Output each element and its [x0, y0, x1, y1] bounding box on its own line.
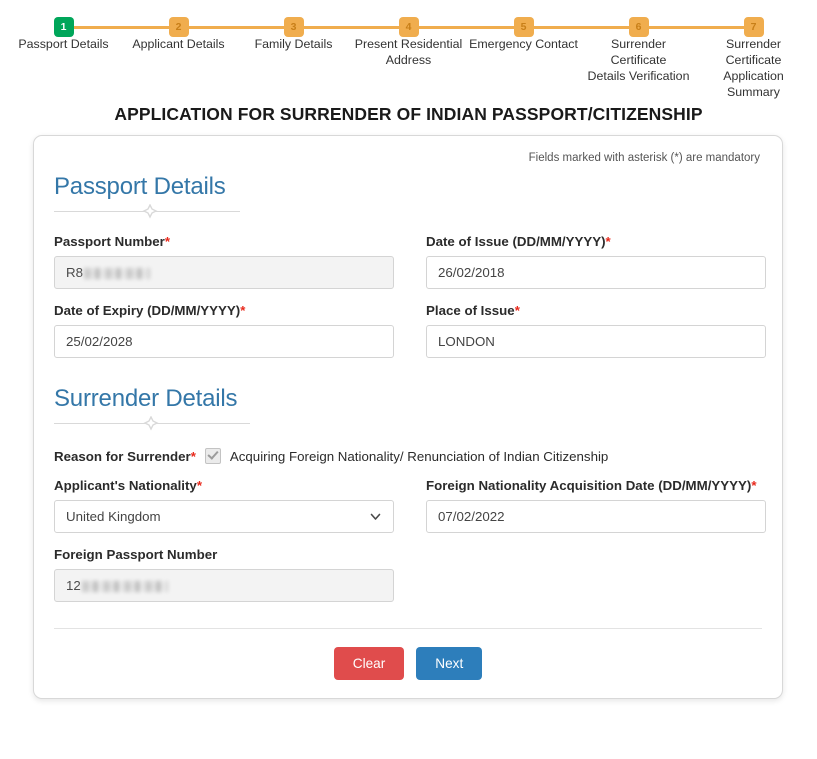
label-reason-for-surrender: Reason for Surrender*	[54, 449, 196, 464]
redaction-blur	[81, 580, 168, 592]
stepper-badge-row: 2	[121, 0, 294, 37]
required-asterisk: *	[514, 303, 520, 318]
footer-divider	[54, 628, 762, 629]
stepper-badge[interactable]: 3	[283, 17, 304, 37]
required-asterisk: *	[196, 478, 202, 493]
field-date-of-expiry: Date of Expiry (DD/MM/YYYY)* 25/02/2028	[54, 303, 394, 358]
section-divider	[54, 203, 762, 220]
label-place-of-issue-text: Place of Issue	[426, 303, 515, 318]
mandatory-fields-note: Fields marked with asterisk (*) are mand…	[528, 152, 760, 164]
application-form-card: Fields marked with asterisk (*) are mand…	[33, 135, 783, 699]
label-foreign-nationality-date: Foreign Nationality Acquisition Date (DD…	[426, 478, 766, 493]
label-applicant-nationality: Applicant's Nationality*	[54, 478, 394, 493]
stepper-label: Surrender Certificate Details Verificati…	[587, 37, 690, 83]
required-asterisk: *	[164, 234, 171, 249]
stepper-label: Surrender Certificate Application Summar…	[723, 37, 784, 99]
label-date-of-issue: Date of Issue (DD/MM/YYYY)*	[426, 234, 766, 249]
stepper-badge[interactable]: 5	[513, 17, 534, 37]
stepper-step-6[interactable]: 6 Surrender Certificate Details Verificat…	[581, 0, 754, 84]
required-asterisk: *	[240, 303, 246, 318]
stepper-badge-row: 6	[581, 0, 754, 37]
field-foreign-passport-number: Foreign Passport Number 12	[54, 547, 394, 602]
passport-number-input[interactable]: R8	[54, 256, 394, 289]
stepper-badge[interactable]: 7	[743, 17, 764, 37]
form-actions: Clear Next	[54, 647, 762, 680]
date-of-expiry-input[interactable]: 25/02/2028	[54, 325, 394, 358]
date-of-issue-input[interactable]: 26/02/2018	[426, 256, 766, 289]
clear-button[interactable]: Clear	[333, 647, 405, 680]
label-place-of-issue: Place of Issue*	[426, 303, 766, 318]
form-row-passport-2: Date of Expiry (DD/MM/YYYY)* 25/02/2028 …	[54, 303, 766, 358]
foreign-passport-number-input[interactable]: 12	[54, 569, 394, 602]
chevron-down-icon	[370, 501, 381, 545]
progress-stepper: 1 Passport Details 2 Applicant Details 3 Fami…	[0, 0, 817, 99]
section-title-passport-details: Passport Details	[54, 173, 226, 200]
form-row-surrender-2: Foreign Passport Number 12	[54, 547, 762, 602]
label-foreign-nationality-date-text: Foreign Nationality Acquisition Date (DD…	[426, 478, 752, 493]
foreign-passport-number-value: 12	[66, 578, 81, 593]
label-passport-number: Passport Number*	[54, 234, 394, 249]
field-date-of-issue: Date of Issue (DD/MM/YYYY)* 26/02/2018	[426, 234, 766, 289]
field-foreign-nationality-date: Foreign Nationality Acquisition Date (DD…	[426, 478, 766, 533]
stepper-label: Emergency Contact	[469, 37, 578, 51]
stepper-badge[interactable]: 2	[168, 17, 189, 37]
applicant-nationality-value: United Kingdom	[66, 509, 161, 524]
label-applicant-nationality-text: Applicant's Nationality	[54, 478, 197, 493]
foreign-nationality-date-input[interactable]: 07/02/2022	[426, 500, 766, 533]
required-asterisk: *	[605, 234, 611, 249]
stepper-step-7[interactable]: 7 Surrender Certificate Application Summa…	[696, 0, 811, 100]
field-reason-for-surrender: Reason for Surrender* Acquiring Foreign …	[54, 448, 762, 464]
stepper-badge[interactable]: 1	[53, 17, 74, 37]
stepper-label: Present Residential Address	[354, 37, 463, 67]
label-foreign-passport-number-text: Foreign Passport Number	[54, 547, 218, 562]
required-asterisk: *	[751, 478, 757, 493]
stepper-step-1[interactable]: 1 Passport Details	[6, 0, 179, 52]
form-row-surrender-1: Applicant's Nationality* United Kingdom …	[54, 478, 766, 533]
field-applicant-nationality: Applicant's Nationality* United Kingdom	[54, 478, 394, 533]
stepper-badge-row: 4	[351, 0, 524, 37]
label-date-of-expiry: Date of Expiry (DD/MM/YYYY)*	[54, 303, 394, 318]
label-reason-for-surrender-text: Reason for Surrender	[54, 448, 191, 464]
stepper-badge-row: 5	[466, 0, 639, 37]
diamond-ornament-icon	[142, 203, 158, 220]
section-divider	[54, 415, 762, 432]
redaction-blur	[84, 267, 150, 279]
passport-number-value: R8	[66, 265, 83, 280]
section-passport-details: Passport Details	[54, 172, 762, 220]
stepper-label: Passport Details	[18, 37, 109, 51]
section-surrender-details: Surrender Details	[54, 384, 762, 432]
form-spacer	[426, 547, 766, 602]
page-title: APPLICATION FOR SURRENDER OF INDIAN PASS…	[114, 104, 703, 124]
stepper-step-2[interactable]: 2 Applicant Details	[121, 0, 294, 52]
applicant-nationality-select[interactable]: United Kingdom	[54, 500, 394, 533]
stepper-label: Family Details	[254, 37, 333, 51]
stepper-label: Applicant Details	[132, 37, 225, 51]
stepper-badge[interactable]: 4	[398, 17, 419, 37]
stepper-badge-row: 3	[236, 0, 409, 37]
required-asterisk: *	[190, 448, 196, 464]
stepper-badge-row: 1	[6, 0, 179, 37]
field-passport-number: Passport Number* R8	[54, 234, 394, 289]
section-title-surrender-details: Surrender Details	[54, 385, 238, 412]
form-row-passport-1: Passport Number* R8 Date of Issue (DD/MM…	[54, 234, 766, 289]
next-button[interactable]: Next	[416, 647, 483, 680]
reason-for-surrender-option-label: Acquiring Foreign Nationality/ Renunciat…	[229, 448, 609, 464]
diamond-ornament-icon	[143, 415, 159, 432]
reason-for-surrender-checkbox[interactable]	[204, 448, 221, 464]
label-passport-number-text: Passport Number	[54, 234, 165, 249]
field-place-of-issue: Place of Issue* LONDON	[426, 303, 766, 358]
label-foreign-passport-number: Foreign Passport Number	[54, 547, 394, 562]
stepper-step-4[interactable]: 4 Present Residential Address	[351, 0, 524, 68]
stepper-step-3[interactable]: 3 Family Details	[236, 0, 409, 52]
label-date-of-expiry-text: Date of Expiry (DD/MM/YYYY)	[54, 303, 241, 318]
place-of-issue-input[interactable]: LONDON	[426, 325, 766, 358]
stepper-badge-row: 7	[696, 0, 811, 37]
stepper-step-5[interactable]: 5 Emergency Contact	[466, 0, 639, 52]
stepper-badge[interactable]: 6	[628, 17, 649, 37]
label-date-of-issue-text: Date of Issue (DD/MM/YYYY)	[426, 234, 606, 249]
stepper-track: 1 Passport Details 2 Applicant Details 3 Fami…	[0, 0, 817, 100]
